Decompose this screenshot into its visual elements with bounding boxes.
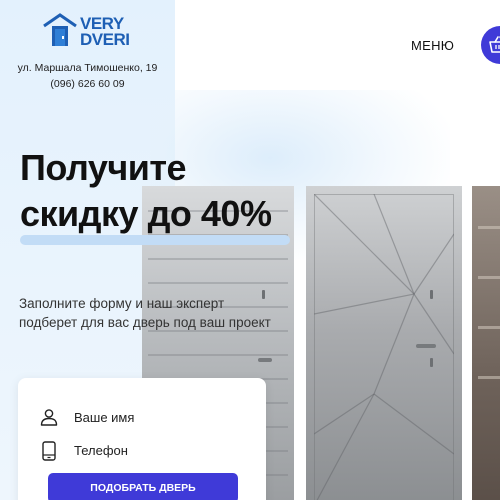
door-strip <box>478 226 500 229</box>
phone-input[interactable] <box>74 438 234 462</box>
door-strip <box>478 326 500 329</box>
menu-button[interactable]: МЕНЮ <box>411 38 454 53</box>
logo-house-icon <box>43 13 77 46</box>
door-image-brown <box>472 186 500 500</box>
basket-icon <box>489 36 500 53</box>
door-groove <box>148 354 288 356</box>
logo-text-line2: DVERI <box>80 30 130 49</box>
submit-button[interactable]: ПОДОБРАТЬ ДВЕРЬ <box>48 473 238 500</box>
door-handle <box>416 344 436 348</box>
user-icon <box>40 409 58 426</box>
door-lock <box>430 290 433 299</box>
hero-subtitle-line2: подберет для вас дверь под ваш проект <box>19 315 271 330</box>
door-handle <box>258 358 272 362</box>
store-phone[interactable]: (096) 626 60 09 <box>0 78 175 90</box>
door-strip <box>478 376 500 379</box>
phone-field[interactable] <box>40 438 240 462</box>
door-image-gray-geometric <box>306 186 462 500</box>
cart-button[interactable] <box>481 26 500 64</box>
logo[interactable]: VERY DVERI <box>42 12 142 50</box>
name-field[interactable] <box>40 405 240 429</box>
door-strip <box>478 276 500 279</box>
name-input[interactable] <box>74 405 234 429</box>
hero-subtitle-line1: Заполните форму и наш эксперт <box>19 296 225 311</box>
phone-icon <box>42 441 56 461</box>
hero-title-line2: скидку до 40% <box>20 193 272 234</box>
door-groove <box>148 282 288 284</box>
door-lock <box>430 358 433 367</box>
hero-title: Получите скидку до 40% <box>20 145 272 237</box>
store-address: ул. Маршала Тимошенко, 19 <box>17 62 158 74</box>
hero-subtitle: Заполните форму и наш эксперт подберет д… <box>19 294 319 332</box>
door-groove <box>148 258 288 260</box>
hero-title-line1: Получите <box>20 147 187 188</box>
